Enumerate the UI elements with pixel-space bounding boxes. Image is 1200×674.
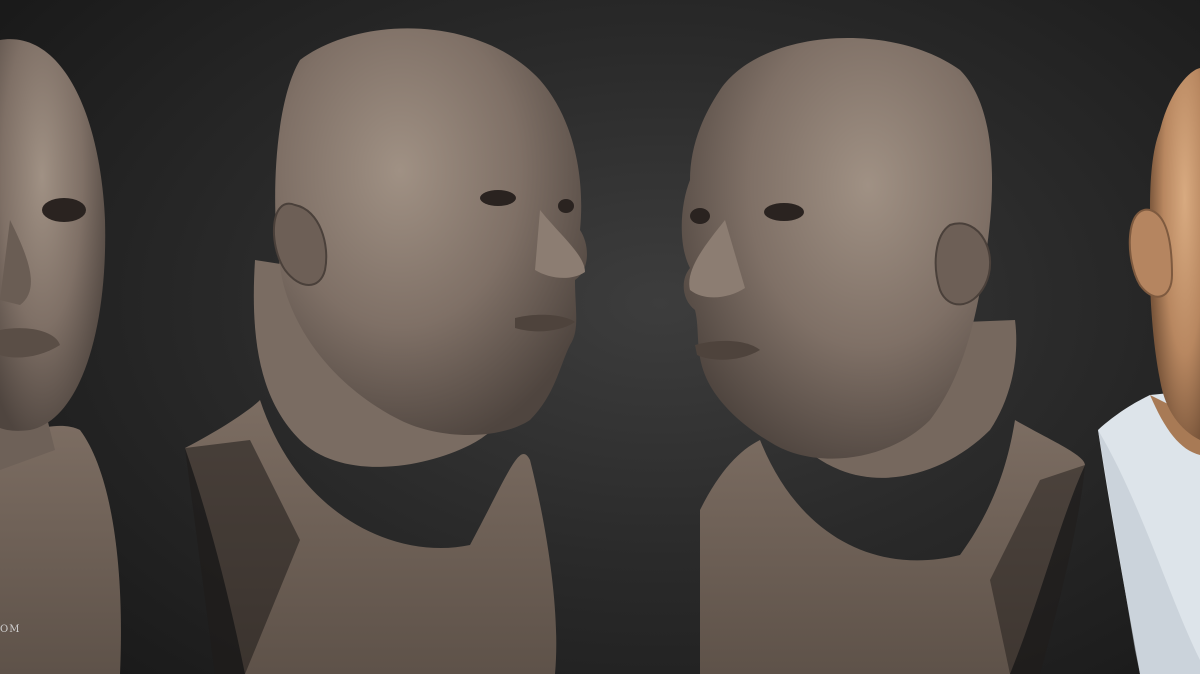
bust-front-left xyxy=(0,39,121,674)
bust-profile-right xyxy=(185,28,587,674)
sculpt-render-illustration xyxy=(0,28,1200,674)
bust-profile-left xyxy=(681,37,1085,674)
bust-textured-right xyxy=(1098,68,1200,674)
render-canvas: OM xyxy=(0,0,1200,674)
watermark-text: OM xyxy=(0,624,21,635)
